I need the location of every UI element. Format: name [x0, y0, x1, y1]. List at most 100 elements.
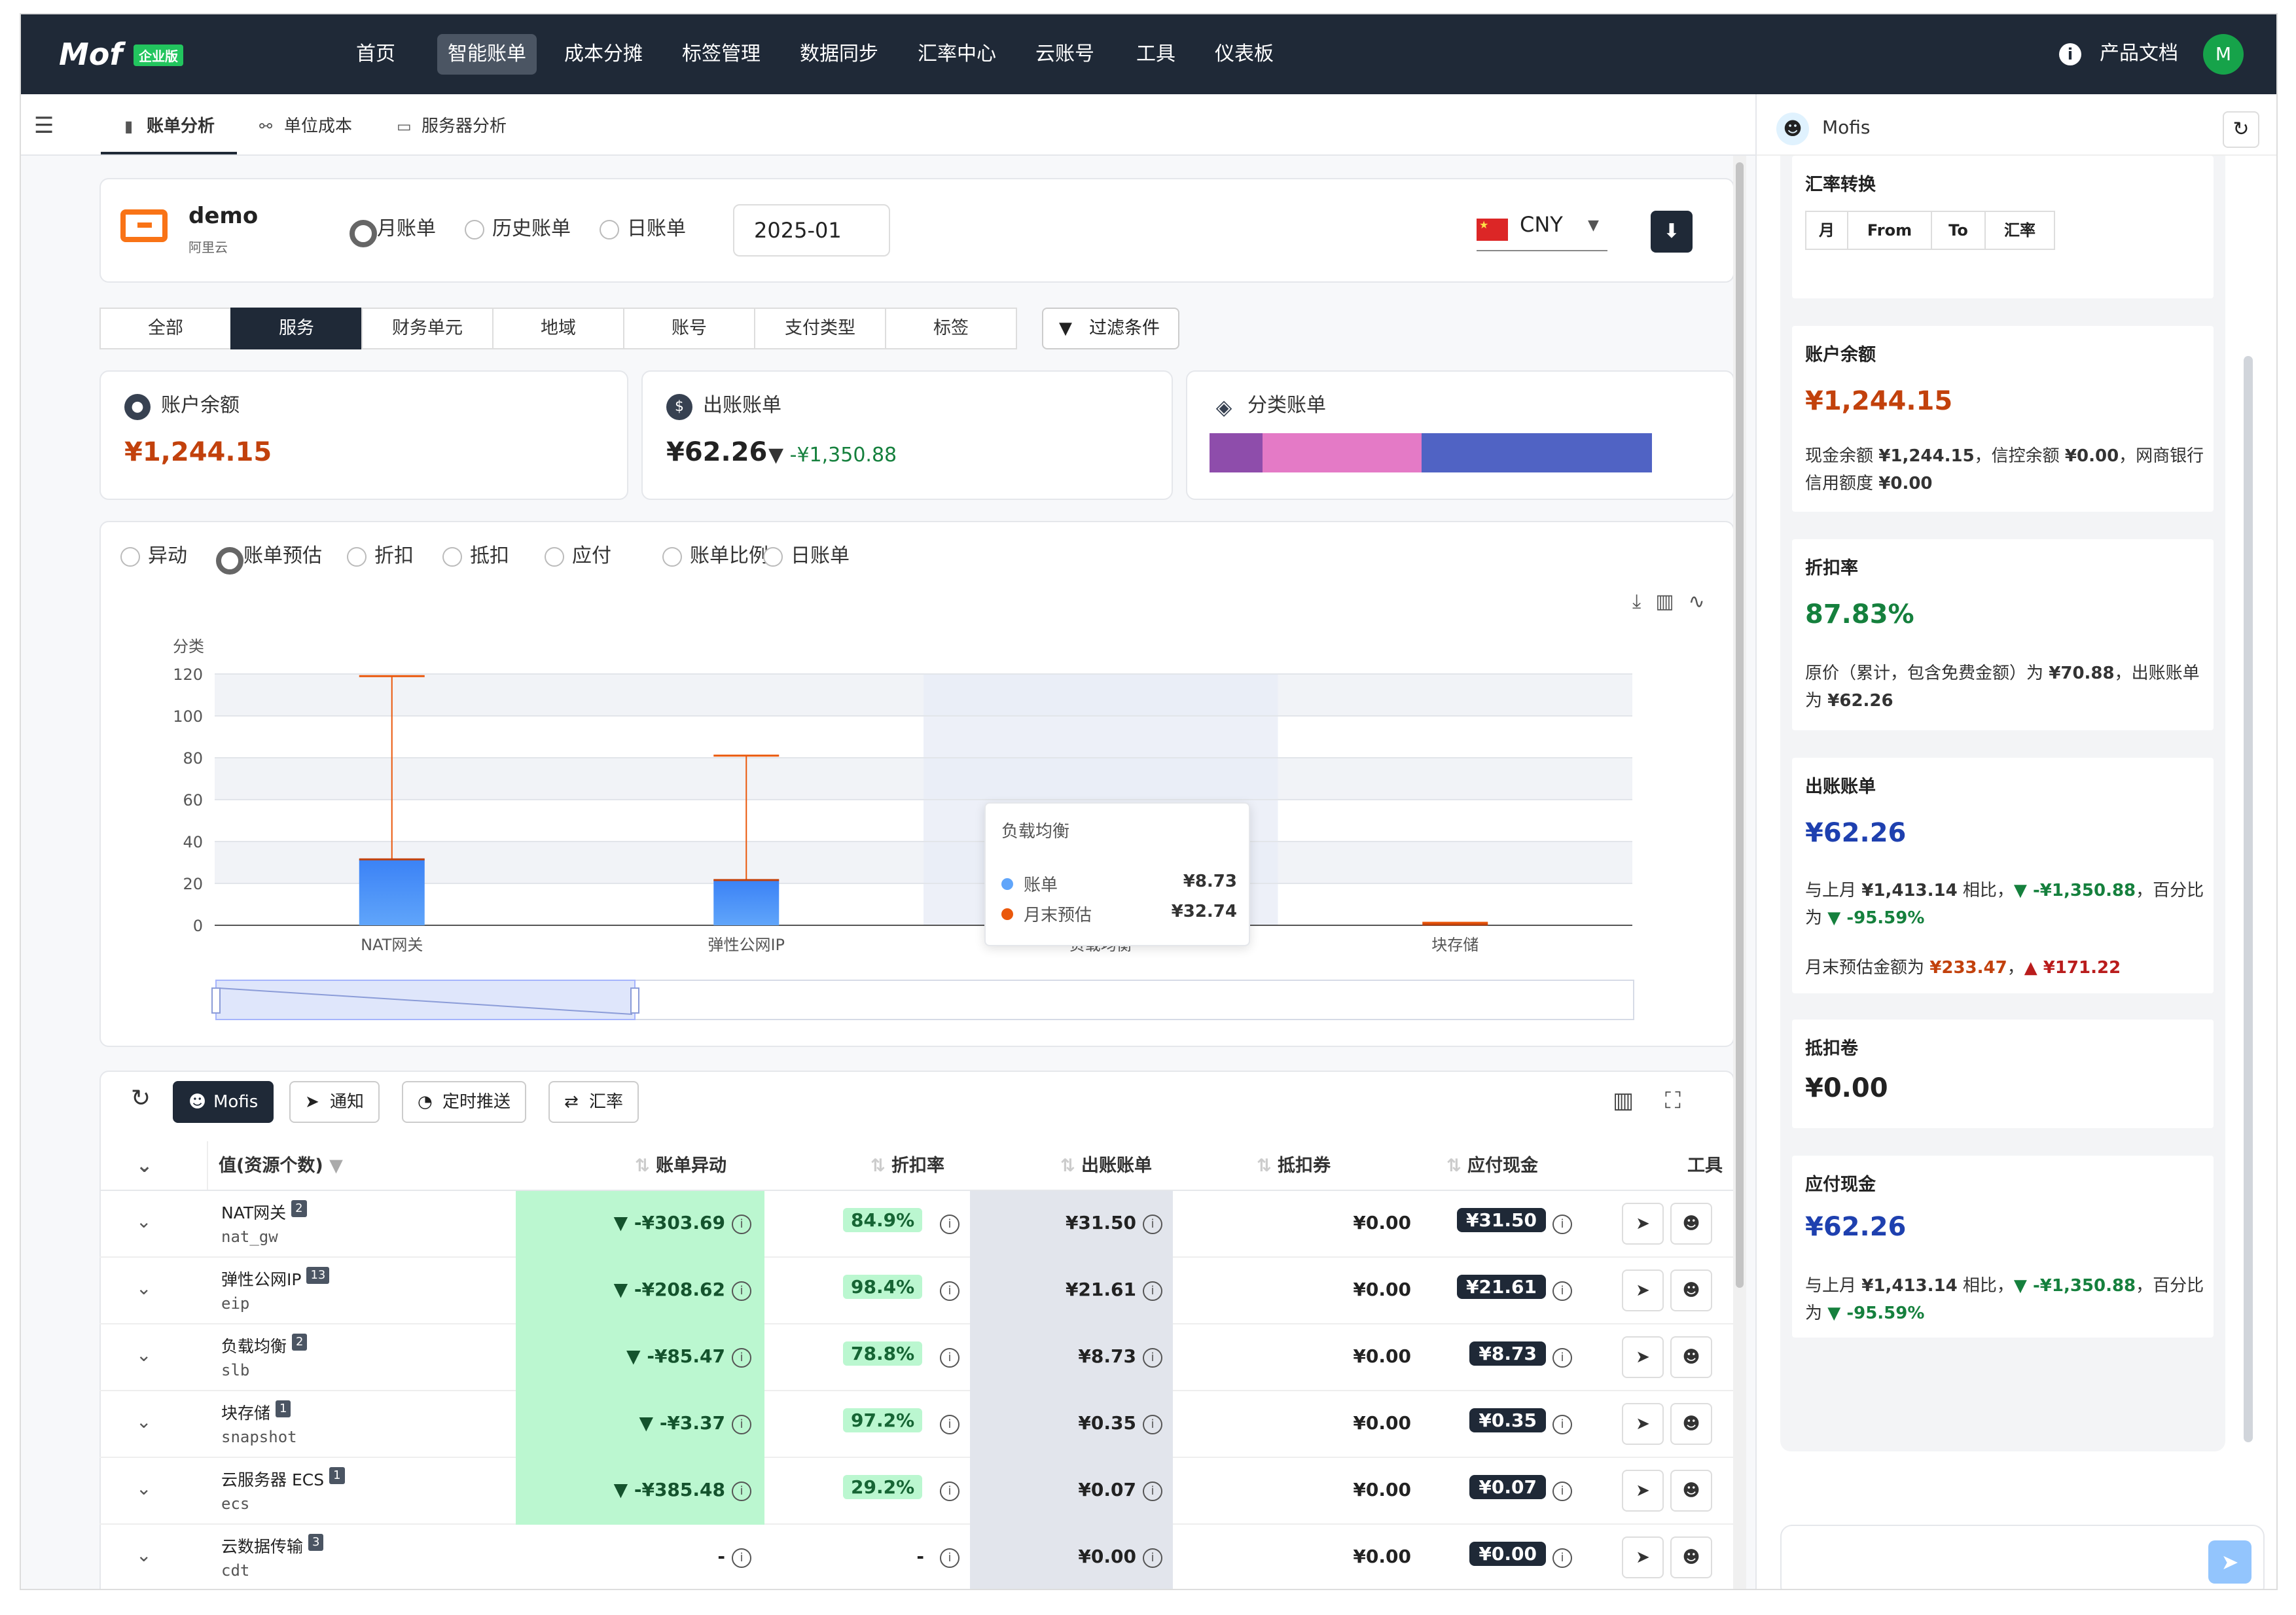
table-row[interactable]: ⌄ 云服务器 ECS 1 ecs ▼ -¥385.48 i 29.2% i ¥0.07 i ¥0.0…	[99, 1458, 1734, 1525]
dim-tab-tags[interactable]: 标签	[885, 308, 1017, 349]
nav-item-tags[interactable]: 标签管理	[672, 34, 771, 75]
nav-item-home[interactable]: 首页	[346, 34, 406, 75]
info-icon[interactable]: i	[940, 1215, 960, 1234]
robot-row-button[interactable]: ☻	[1670, 1203, 1712, 1245]
info-icon[interactable]: i	[1552, 1548, 1572, 1568]
table-row[interactable]: ⌄ 块存储 1 snapshot ▼ -¥3.37 i 97.2% i ¥0.35 i ¥0.00 ¥…	[99, 1391, 1734, 1458]
send-row-button[interactable]: ➤	[1622, 1336, 1664, 1378]
info-icon[interactable]: i	[1143, 1281, 1162, 1301]
send-row-button[interactable]: ➤	[1622, 1203, 1664, 1245]
info-icon[interactable]: i	[1552, 1215, 1572, 1234]
chat-input[interactable]: ➤	[1780, 1525, 2265, 1589]
info-icon[interactable]: i	[1552, 1348, 1572, 1368]
bill-bar	[359, 859, 425, 925]
info-icon[interactable]: i	[732, 1215, 751, 1234]
send-row-button[interactable]: ➤	[1622, 1403, 1664, 1445]
nav-item-smart-bill[interactable]: 智能账单	[437, 34, 537, 75]
main-scroll-thumb[interactable]	[1736, 162, 1744, 1288]
expand-row-icon[interactable]: ⌄	[136, 1544, 151, 1566]
robot-row-button[interactable]: ☻	[1670, 1536, 1712, 1578]
header-change[interactable]: ⇅ 账单异动	[635, 1148, 726, 1184]
radio-daily-bill[interactable]: 日账单	[600, 216, 686, 242]
info-icon[interactable]: i	[1143, 1415, 1162, 1434]
dim-tab-account[interactable]: 账号	[623, 308, 755, 349]
nav-item-cloud-accounts[interactable]: 云账号	[1025, 34, 1105, 75]
send-row-button[interactable]: ➤	[1622, 1269, 1664, 1311]
tab-server-analysis[interactable]: ▭ 服务器分析	[391, 105, 529, 154]
send-button[interactable]: ➤	[2208, 1540, 2251, 1584]
chevron-down-icon[interactable]: ▼	[1588, 217, 1599, 234]
info-icon[interactable]: i	[732, 1415, 751, 1434]
avatar[interactable]: M	[2203, 34, 2244, 75]
info-icon[interactable]: i	[1552, 1281, 1572, 1301]
expand-row-icon[interactable]: ⌄	[136, 1211, 151, 1232]
tab-unit-cost[interactable]: ⚯ 单位成本	[254, 105, 372, 154]
info-icon[interactable]: i	[732, 1348, 751, 1368]
currency-select[interactable]: CNY	[1520, 212, 1563, 237]
columns-icon[interactable]: ▥	[1613, 1088, 1634, 1114]
mofis-button[interactable]: ☻ Mofis	[173, 1081, 274, 1123]
expand-row-icon[interactable]: ⌄	[136, 1344, 151, 1366]
radio-history-bill[interactable]: 历史账单	[465, 216, 571, 242]
expand-row-icon[interactable]: ⌄	[136, 1277, 151, 1299]
menu-toggle-icon[interactable]: ☰	[34, 113, 54, 139]
download-button[interactable]: ⬇	[1651, 211, 1693, 253]
info-icon[interactable]: i	[940, 1348, 960, 1368]
header-name[interactable]: 值(资源个数) ▼	[219, 1148, 343, 1184]
info-icon[interactable]: i	[732, 1482, 751, 1501]
nav-item-dashboard[interactable]: 仪表板	[1204, 34, 1284, 75]
expand-row-icon[interactable]: ⌄	[136, 1411, 151, 1432]
notify-button[interactable]: ➤ 通知	[289, 1081, 380, 1123]
docs-link[interactable]: 产品文档	[2100, 38, 2178, 69]
send-row-button[interactable]: ➤	[1622, 1470, 1664, 1512]
robot-row-button[interactable]: ☻	[1670, 1470, 1712, 1512]
header-coupon[interactable]: ⇅ 抵扣券	[1257, 1148, 1331, 1184]
table-row[interactable]: ⌄ 弹性公网IP 13 eip ▼ -¥208.62 i 98.4% i ¥21.61 i ¥0.0…	[99, 1258, 1734, 1324]
robot-row-button[interactable]: ☻	[1670, 1403, 1712, 1445]
send-row-button[interactable]: ➤	[1622, 1536, 1664, 1578]
info-icon[interactable]: i	[940, 1482, 960, 1501]
nav-item-tools[interactable]: 工具	[1126, 34, 1186, 75]
radio-monthly-bill[interactable]: 月账单	[350, 216, 436, 247]
table-row[interactable]: ⌄ NAT网关 2 nat_gw ▼ -¥303.69 i 84.9% i ¥31.50 i ¥0.…	[99, 1191, 1734, 1258]
dim-tab-finance-unit[interactable]: 财务单元	[361, 308, 493, 349]
fx-button[interactable]: ⇄ 汇率	[548, 1081, 639, 1123]
info-icon[interactable]: i	[1143, 1482, 1162, 1501]
dim-tab-pay-type[interactable]: 支付类型	[754, 308, 886, 349]
info-icon[interactable]: i	[732, 1281, 751, 1301]
table-row[interactable]: ⌄ 负载均衡 2 slb ▼ -¥85.47 i 78.8% i ¥8.73 i ¥0.00 ¥8.7…	[99, 1324, 1734, 1391]
table-refresh-icon[interactable]: ↻	[131, 1085, 151, 1112]
info-icon[interactable]: i	[1552, 1415, 1572, 1434]
info-icon[interactable]: i	[1552, 1482, 1572, 1501]
nav-item-fx-center[interactable]: 汇率中心	[907, 34, 1007, 75]
collapse-all-icon[interactable]: ⌄	[136, 1148, 152, 1184]
robot-row-button[interactable]: ☻	[1670, 1336, 1712, 1378]
info-icon[interactable]: i	[1143, 1215, 1162, 1234]
info-icon[interactable]: i	[1143, 1348, 1162, 1368]
expand-row-icon[interactable]: ⌄	[136, 1478, 151, 1499]
table-row[interactable]: ⌄ 云数据传输 3 cdt - i - i ¥0.00 i ¥0.00 ¥0.00 i ➤ ☻	[99, 1525, 1734, 1589]
dim-tab-region[interactable]: 地域	[492, 308, 624, 349]
panel-refresh-button[interactable]: ↻	[2223, 111, 2259, 148]
month-picker[interactable]: 2025-01	[733, 204, 890, 257]
schedule-push-button[interactable]: ◔ 定时推送	[402, 1081, 527, 1123]
info-icon[interactable]: i	[940, 1548, 960, 1568]
nav-item-cost-allocation[interactable]: 成本分摊	[554, 34, 653, 75]
header-discount[interactable]: ⇅ 折扣率	[870, 1148, 944, 1184]
info-icon[interactable]: i	[1143, 1548, 1162, 1568]
panel-scrollbar[interactable]	[2244, 356, 2253, 1442]
header-cash[interactable]: ⇅ 应付现金	[1446, 1148, 1538, 1184]
header-bill[interactable]: ⇅ 出账账单	[1060, 1148, 1152, 1184]
tab-bill-analysis[interactable]: ▮ 账单分析	[101, 105, 237, 154]
dim-tab-service[interactable]: 服务	[230, 308, 363, 349]
info-icon[interactable]: i	[940, 1415, 960, 1434]
nav-item-data-sync[interactable]: 数据同步	[789, 34, 889, 75]
info-icon[interactable]: i	[2059, 43, 2081, 65]
robot-row-button[interactable]: ☻	[1670, 1269, 1712, 1311]
fullscreen-icon[interactable]: ⛶	[1665, 1088, 1681, 1114]
filter-button[interactable]: ▼ 过滤条件	[1042, 308, 1179, 349]
info-icon[interactable]: i	[940, 1281, 960, 1301]
dim-tab-all[interactable]: 全部	[99, 308, 232, 349]
logo[interactable]: Mof	[59, 37, 122, 72]
info-icon[interactable]: i	[732, 1548, 751, 1568]
